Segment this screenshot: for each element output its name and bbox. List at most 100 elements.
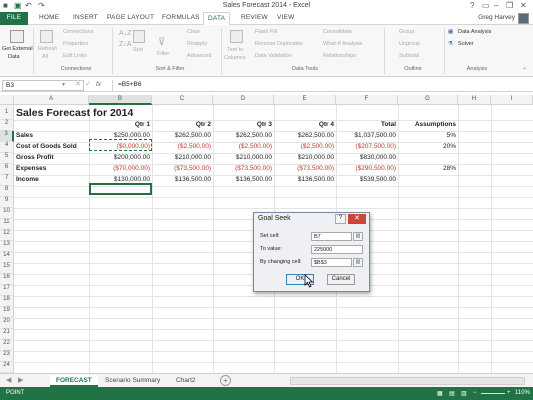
column-header-h[interactable]: H — [458, 95, 491, 105]
get-external-label-2[interactable]: Data — [8, 54, 20, 60]
assumption-cell[interactable]: 20% — [398, 142, 458, 153]
restore-icon[interactable]: ❐ — [506, 1, 513, 10]
tab-insert[interactable]: INSERT — [73, 14, 98, 21]
header-cell[interactable]: Total — [336, 120, 398, 131]
row-header[interactable]: 22 — [0, 340, 14, 351]
row-header[interactable]: 9 — [0, 197, 14, 208]
value-cell[interactable]: ($70,000.00) — [89, 164, 152, 175]
horizontal-scrollbar[interactable] — [290, 377, 525, 385]
cancel-entry-icon[interactable]: ✕ — [75, 80, 81, 88]
value-cell[interactable]: $539,500.00 — [336, 175, 398, 186]
column-header-b[interactable]: B — [89, 95, 152, 105]
row-header[interactable]: 14 — [0, 252, 14, 263]
value-cell[interactable]: $200,000.00 — [89, 153, 152, 164]
zoom-level[interactable]: 110% — [515, 390, 530, 396]
column-header-a[interactable]: A — [14, 95, 89, 105]
get-external-label[interactable]: Get External — [2, 46, 33, 52]
view-page-layout-icon[interactable]: ▤ — [449, 390, 455, 397]
close-icon[interactable]: ✕ — [520, 1, 527, 10]
value-cell[interactable]: $262,500.00 — [274, 131, 336, 142]
insert-function-icon[interactable]: fx — [96, 81, 101, 88]
view-page-break-icon[interactable]: ▥ — [461, 390, 467, 397]
value-cell[interactable]: ($73,500.00) — [152, 164, 213, 175]
row-header[interactable]: 8 — [0, 186, 14, 197]
close-icon[interactable]: ✕ — [348, 214, 366, 224]
value-cell[interactable]: $210,000.00 — [274, 153, 336, 164]
row-header[interactable]: 11 — [0, 219, 14, 230]
cancel-button[interactable]: Cancel — [327, 274, 355, 285]
tab-home[interactable]: HOME — [39, 14, 59, 21]
row-label-cell[interactable]: Gross Profit — [16, 153, 89, 164]
row-header[interactable]: 10 — [0, 208, 14, 219]
tab-file[interactable]: FILE — [0, 12, 28, 25]
value-cell[interactable]: ($2,500.00) — [152, 142, 213, 153]
avatar[interactable] — [518, 13, 529, 24]
sheet-title-cell[interactable]: Sales Forecast for 2014 — [16, 106, 133, 120]
formula-input[interactable]: =B5+B6 — [112, 80, 527, 91]
value-cell[interactable]: ($2,500.00) — [213, 142, 274, 153]
name-box[interactable]: B3 — [2, 80, 84, 91]
minimize-icon[interactable]: – — [494, 1, 498, 10]
row-header[interactable]: 2 — [0, 120, 14, 131]
zoom-out-icon[interactable]: − — [473, 390, 477, 396]
value-cell[interactable]: ($290,500.00) — [336, 164, 398, 175]
row-label-cell[interactable]: Sales — [16, 131, 89, 142]
row-label-cell[interactable]: Income — [16, 175, 89, 186]
row-header[interactable]: 23 — [0, 351, 14, 362]
assumption-cell[interactable]: 28% — [398, 164, 458, 175]
select-all-corner[interactable] — [0, 95, 14, 105]
value-cell[interactable]: $262,500.00 — [152, 131, 213, 142]
column-header-i[interactable]: I — [491, 95, 533, 105]
row-header[interactable]: 6 — [0, 164, 14, 175]
scroll-tabs-right-icon[interactable]: ▶ — [18, 376, 23, 384]
column-header-e[interactable]: E — [274, 95, 336, 105]
value-cell[interactable]: $136,500.00 — [152, 175, 213, 186]
row-header[interactable]: 12 — [0, 230, 14, 241]
sheet-tab-forecast[interactable]: FORECAST — [50, 375, 98, 387]
value-cell[interactable]: $210,000.00 — [213, 153, 274, 164]
to-value-input[interactable]: 225000 — [311, 245, 363, 254]
name-box-dropdown-icon[interactable]: ▾ — [62, 81, 65, 88]
row-header[interactable]: 7 — [0, 175, 14, 186]
row-header[interactable]: 16 — [0, 274, 14, 285]
tab-page-layout[interactable]: PAGE LAYOUT — [107, 14, 154, 21]
set-cell-input[interactable]: B7 — [311, 232, 352, 241]
value-cell[interactable]: $136,500.00 — [274, 175, 336, 186]
column-header-f[interactable]: F — [336, 95, 398, 105]
tab-formulas[interactable]: FORMULAS — [162, 14, 200, 21]
row-label-cell[interactable]: Expenses — [16, 164, 89, 175]
header-cell[interactable]: Assumptions — [398, 120, 458, 131]
row-header[interactable]: 20 — [0, 318, 14, 329]
row-header[interactable]: 24 — [0, 362, 14, 373]
value-cell[interactable]: $1,037,500.00 — [336, 131, 398, 142]
zoom-in-icon[interactable]: + — [507, 390, 511, 396]
value-cell[interactable]: ($73,500.00) — [213, 164, 274, 175]
header-cell[interactable]: Qtr 3 — [213, 120, 274, 131]
view-normal-icon[interactable]: ▦ — [437, 390, 443, 397]
row-header[interactable]: 15 — [0, 263, 14, 274]
ribbon-display-icon[interactable]: ▭ — [482, 1, 490, 10]
sheet-tab-chart2[interactable]: Chart2 — [170, 375, 202, 387]
row-header[interactable]: 3 — [0, 131, 14, 142]
row-label-cell[interactable]: Cost of Goods Sold — [16, 142, 89, 153]
tab-view[interactable]: VIEW — [277, 14, 294, 21]
sheet-tab-scenario-summary[interactable]: Scenario Summary — [99, 375, 166, 387]
get-external-data-icon[interactable] — [10, 30, 24, 43]
row-header[interactable]: 17 — [0, 285, 14, 296]
scroll-tabs-left-icon[interactable]: ◀ — [6, 376, 11, 384]
row-header[interactable]: 4 — [0, 142, 14, 153]
row-header[interactable]: 1 — [0, 105, 14, 120]
value-cell[interactable]: $830,000.00 — [336, 153, 398, 164]
user-name[interactable]: Greg Harvey — [478, 14, 515, 21]
column-header-c[interactable]: C — [152, 95, 213, 105]
value-cell[interactable]: $262,500.00 — [213, 131, 274, 142]
help-icon[interactable]: ? — [470, 1, 474, 10]
assumption-cell[interactable]: 5% — [398, 131, 458, 142]
row-header[interactable]: 13 — [0, 241, 14, 252]
header-cell[interactable]: Qtr 4 — [274, 120, 336, 131]
row-header[interactable]: 21 — [0, 329, 14, 340]
collapse-dialog-icon[interactable]: ▥ — [353, 258, 363, 267]
row-header[interactable]: 18 — [0, 296, 14, 307]
collapse-ribbon-icon[interactable]: ⌃ — [522, 67, 527, 74]
tab-review[interactable]: REVIEW — [241, 14, 268, 21]
